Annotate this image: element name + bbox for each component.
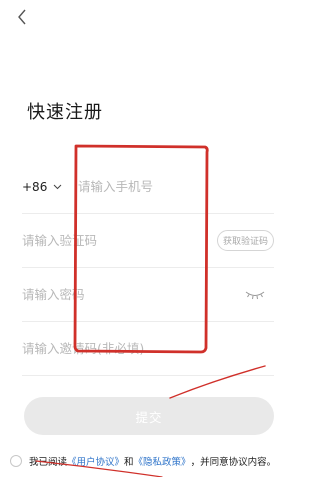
password-row <box>22 268 274 322</box>
chevron-down-icon <box>53 184 62 190</box>
user-agreement-link[interactable]: 《用户协议》 <box>67 454 124 468</box>
country-code-label: +86 <box>22 179 48 194</box>
agreement-row: 我已阅读 《用户协议》 和 《隐私政策》 ，并同意协议内容。 <box>10 454 276 468</box>
verify-code-row: 获取验证码 <box>22 214 274 268</box>
country-code-selector[interactable]: +86 <box>22 180 78 194</box>
eye-closed-icon[interactable] <box>244 289 266 301</box>
verify-code-input[interactable] <box>22 225 217 256</box>
agreement-suffix: ，并同意协议内容。 <box>190 457 277 468</box>
privacy-policy-link[interactable]: 《隐私政策》 <box>134 454 191 468</box>
agreement-and: 和 <box>124 457 134 468</box>
agreement-checkbox[interactable] <box>10 455 22 467</box>
page-title: 快速注册 <box>27 102 103 123</box>
submit-button[interactable]: 提交 <box>24 397 274 435</box>
agreement-prefix: 我已阅读 <box>29 457 68 468</box>
password-input[interactable] <box>22 279 244 310</box>
phone-input[interactable] <box>78 171 274 202</box>
invite-code-row <box>22 322 274 376</box>
phone-row: +86 <box>22 160 274 214</box>
chevron-left-icon <box>18 9 26 25</box>
get-code-button[interactable]: 获取验证码 <box>216 230 274 251</box>
back-button[interactable] <box>14 6 32 28</box>
invite-code-input[interactable] <box>22 333 274 364</box>
